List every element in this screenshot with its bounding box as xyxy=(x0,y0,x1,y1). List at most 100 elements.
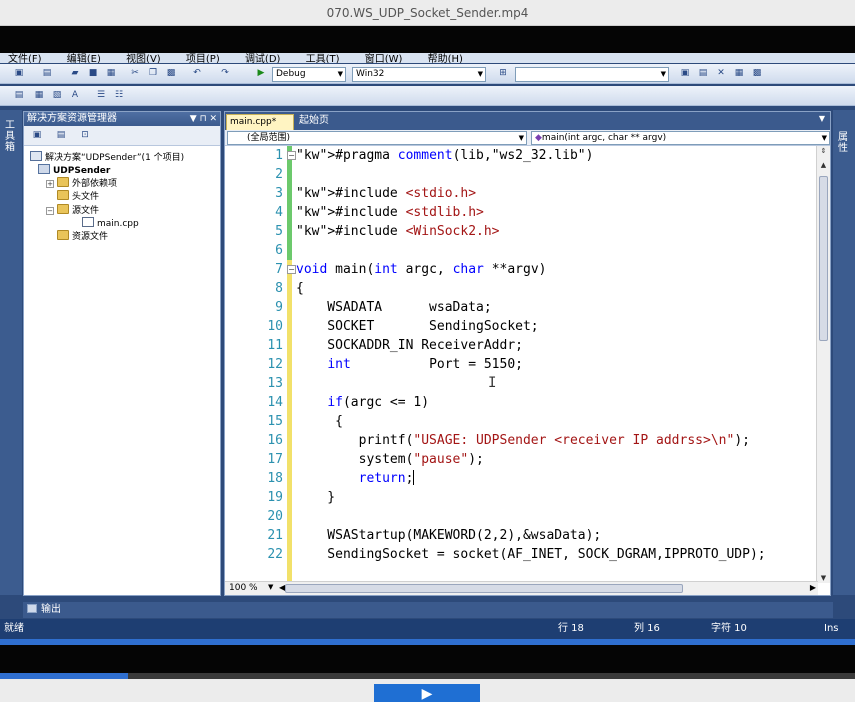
tree-main-cpp[interactable]: main.cpp xyxy=(82,217,139,230)
panel-controls[interactable]: ▼ ⊓ ✕ xyxy=(190,112,217,126)
quick-info-icon[interactable]: ▧ xyxy=(50,89,64,102)
horizontal-scrollbar[interactable]: 100 % ▼ ◀ ▶ xyxy=(225,581,818,595)
zoom-level[interactable]: 100 % xyxy=(229,583,258,593)
screen: 070.WS_UDP_Socket_Sender.mp4 文件(F) 编辑(E)… xyxy=(0,0,855,702)
paste-icon[interactable]: ▩ xyxy=(164,67,178,80)
line-number: 22 xyxy=(267,547,283,562)
cut-icon[interactable]: ✂ xyxy=(128,67,142,80)
complete-word-icon[interactable]: A xyxy=(68,89,82,102)
find-combo[interactable]: ▼ xyxy=(515,67,669,82)
copy-icon[interactable]: ❐ xyxy=(146,67,160,80)
toolbox-side-tab[interactable]: 工具箱 xyxy=(0,110,22,595)
chevron-down-icon[interactable]: ▼ xyxy=(268,583,273,591)
menu-help[interactable]: 帮助(H) xyxy=(428,54,463,63)
menu-window[interactable]: 窗口(W) xyxy=(365,54,403,63)
tree-solution-label: 解决方案“UDPSender”(1 个项目) xyxy=(45,153,185,163)
output-tab[interactable]: 输出 xyxy=(27,603,61,617)
scroll-down-icon[interactable]: ▼ xyxy=(819,574,828,582)
line-number: 21 xyxy=(267,528,283,543)
add-item-icon[interactable]: ▤ xyxy=(40,67,54,80)
tree-project[interactable]: UDPSender xyxy=(38,164,110,177)
video-letterbox-top xyxy=(0,26,855,53)
start-debugging-icon[interactable]: ▶ xyxy=(254,67,268,80)
tree-solution[interactable]: 解决方案“UDPSender”(1 个项目) xyxy=(30,151,184,164)
document-tabs: main.cpp* 起始页 ▼ xyxy=(225,112,830,130)
object-browser-icon[interactable]: ▩ xyxy=(750,67,764,80)
chevron-down-icon: ▼ xyxy=(821,134,827,142)
chevron-down-icon[interactable]: ▼ xyxy=(819,114,825,123)
member-list-icon[interactable]: ▤ xyxy=(12,89,26,102)
properties-icon[interactable]: ▤ xyxy=(696,67,710,80)
code-text: } xyxy=(296,490,336,505)
output-panel-bar: 输出 xyxy=(23,602,833,618)
show-all-files-icon[interactable]: ▣ xyxy=(30,129,44,142)
code-area[interactable]: 1 "kw">#pragma comment(lib,"ws2_32.lib") 2… xyxy=(225,146,818,583)
undo-icon[interactable]: ↶ xyxy=(190,67,204,80)
comment-lines-icon[interactable]: ☰ xyxy=(94,89,108,102)
find-in-files-icon[interactable]: ⊞ xyxy=(496,67,510,80)
tree-resource-files[interactable]: 资源文件 xyxy=(57,230,108,243)
solution-platform-select[interactable]: Win32 ▼ xyxy=(352,67,486,82)
properties-side-tab[interactable]: 属性 xyxy=(833,110,855,595)
video-letterbox-bottom xyxy=(0,645,855,673)
scope-select[interactable]: (全局范围) ▼ xyxy=(227,131,527,145)
solution-config-select[interactable]: Debug ▼ xyxy=(272,67,346,82)
open-file-icon[interactable]: ▰ xyxy=(68,67,82,80)
line-number: 18 xyxy=(267,471,283,486)
horizontal-scroll-thumb[interactable] xyxy=(285,584,683,593)
tree-header-files[interactable]: 头文件 xyxy=(57,190,99,203)
vertical-scrollbar[interactable]: ⇕ ▲ ▼ xyxy=(816,146,830,583)
text-editor-toolbar: ▤ ▦ ▧ A ☰ ☷ xyxy=(0,86,855,106)
code-text: system("pause"); xyxy=(296,452,484,467)
menu-project[interactable]: 项目(P) xyxy=(186,54,220,63)
uncomment-lines-icon[interactable]: ☷ xyxy=(112,89,126,102)
redo-icon[interactable]: ↷ xyxy=(218,67,232,80)
line-number: 19 xyxy=(267,490,283,505)
code-text: "kw">#pragma comment(lib,"ws2_32.lib") xyxy=(296,148,594,163)
chevron-down-icon: ▼ xyxy=(518,134,524,142)
solution-explorer-icon[interactable]: ▣ xyxy=(678,67,692,80)
refresh-icon[interactable]: ⊡ xyxy=(78,129,92,142)
tab-start-page[interactable]: 起始页 xyxy=(299,114,329,130)
toolbox-icon[interactable]: ✕ xyxy=(714,67,728,80)
tree-project-label: UDPSender xyxy=(53,166,111,176)
properties-icon[interactable]: ▤ xyxy=(54,129,68,142)
menu-edit[interactable]: 编辑(E) xyxy=(67,54,101,63)
tree-external-deps[interactable]: + 外部依赖项 xyxy=(46,177,117,190)
start-page-icon[interactable]: ▦ xyxy=(732,67,746,80)
scope-value: (全局范围) xyxy=(247,133,291,143)
menu-bar: 文件(F) 编辑(E) 视图(V) 项目(P) 调试(D) 工具(T) 窗口(W… xyxy=(0,53,855,63)
save-all-icon[interactable]: ▦ xyxy=(104,67,118,80)
member-select[interactable]: ◆main(int argc, char ** argv) ▼ xyxy=(531,131,830,145)
folder-icon xyxy=(57,177,69,187)
tab-main-cpp[interactable]: main.cpp* xyxy=(226,114,294,130)
solution-icon xyxy=(30,151,42,161)
menu-file[interactable]: 文件(F) xyxy=(8,54,42,63)
collapse-minus-icon[interactable]: − xyxy=(46,207,54,215)
line-number: 2 xyxy=(275,167,283,182)
menu-debug[interactable]: 调试(D) xyxy=(245,54,281,63)
fold-toggle-icon[interactable]: − xyxy=(287,265,296,274)
vertical-scroll-thumb[interactable] xyxy=(819,176,828,341)
split-icon[interactable]: ⇕ xyxy=(819,147,828,155)
scroll-up-icon[interactable]: ▲ xyxy=(819,161,828,169)
fold-toggle-icon[interactable]: − xyxy=(287,151,296,160)
member-value: main(int argc, char ** argv) xyxy=(541,133,667,143)
expand-plus-icon[interactable]: + xyxy=(46,180,54,188)
menu-tools[interactable]: 工具(T) xyxy=(306,54,340,63)
line-number: 16 xyxy=(267,433,283,448)
visual-studio-window: 文件(F) 编辑(E) 视图(V) 项目(P) 调试(D) 工具(T) 窗口(W… xyxy=(0,53,855,645)
parameter-info-icon[interactable]: ▦ xyxy=(32,89,46,102)
line-number: 5 xyxy=(275,224,283,239)
line-number: 9 xyxy=(275,300,283,315)
line-number: 3 xyxy=(275,186,283,201)
menu-view[interactable]: 视图(V) xyxy=(126,54,161,63)
scroll-right-icon[interactable]: ▶ xyxy=(810,583,816,592)
status-ready: 就绪 xyxy=(4,623,24,634)
save-icon[interactable]: ■ xyxy=(86,67,100,80)
play-button[interactable]: ▶ xyxy=(374,684,480,702)
function-icon: ◆ xyxy=(535,133,542,143)
new-project-icon[interactable]: ▣ xyxy=(12,67,26,80)
tree-source-files[interactable]: − 源文件 xyxy=(46,204,99,217)
solution-config-value: Debug xyxy=(276,69,306,79)
